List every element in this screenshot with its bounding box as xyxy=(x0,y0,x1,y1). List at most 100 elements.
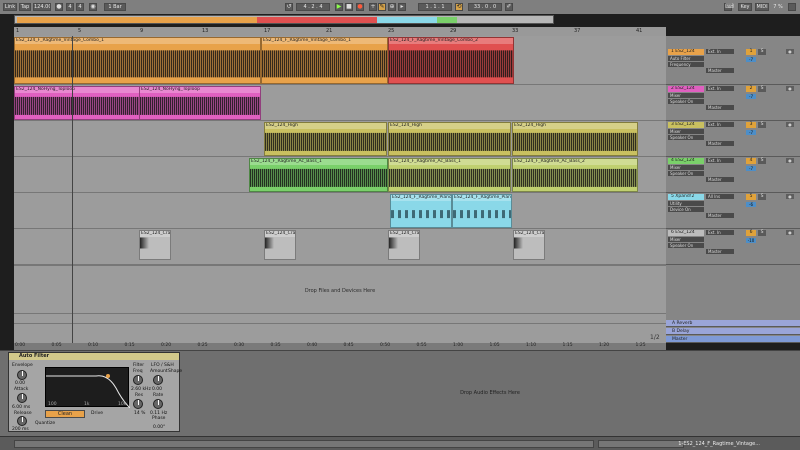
automation-arm-icon[interactable]: ✎ xyxy=(378,3,386,11)
track-param-chooser[interactable]: Device On xyxy=(668,207,704,212)
loop-start-field[interactable]: 1 . 1 . 1 xyxy=(418,3,452,11)
solo-button[interactable]: S xyxy=(758,49,766,55)
solo-button[interactable]: S xyxy=(758,122,766,128)
clip[interactable]: ES2_124_F_Ragtime_Ac_Bass_1 xyxy=(249,158,388,192)
track-volume[interactable]: -7 xyxy=(746,57,756,62)
computer-keyboard-icon[interactable]: ⌨ xyxy=(724,3,734,11)
track-volume[interactable]: -7 xyxy=(746,94,756,99)
time-ruler[interactable]: 0:00 0:05 0:10 0:15 0:20 0:25 0:30 0:35 0:40 0:45… xyxy=(14,343,666,350)
mixer-track-4[interactable]: 4 ES2_124 Ext. In Mixer Speaker On Master 4 S -… xyxy=(666,157,800,193)
tempo-field[interactable]: 124.00 xyxy=(33,3,51,11)
track-name[interactable]: 3 ES2_124 xyxy=(668,122,704,128)
clip[interactable]: ES2_124_F_Ragtime_Ac_Bass_2 xyxy=(512,158,638,192)
mixer-track-6[interactable]: 6 ES2_124 Ext. In Mixer Speaker On Master 6 S -… xyxy=(666,229,800,265)
arrangement-view[interactable]: Drop Files and Devices Here ES2_124_F_Ra… xyxy=(14,36,666,343)
status-scroll-field[interactable] xyxy=(598,440,684,448)
track-param-chooser[interactable]: Speaker On xyxy=(668,135,704,140)
track-volume[interactable]: -10 xyxy=(746,238,756,243)
arrangement-overview[interactable] xyxy=(14,15,554,24)
track-input-chooser[interactable]: Ext. In xyxy=(706,230,734,235)
lfo-amount-knob[interactable] xyxy=(153,375,163,385)
clip[interactable]: ES2_124_F_Ragtime_Vintage_Combo_1 xyxy=(14,37,261,84)
song-position-field[interactable]: 4 . 2 . 4 xyxy=(296,3,330,11)
track-volume[interactable]: -7 xyxy=(746,166,756,171)
envelope-amount-knob[interactable] xyxy=(17,370,27,380)
auto-filter-device[interactable]: Auto Filter Envelope 0.00 Attack 6.00 ms… xyxy=(8,352,182,432)
release-knob[interactable] xyxy=(17,416,27,426)
track-param-chooser[interactable]: Speaker On xyxy=(668,171,704,176)
track-param-chooser[interactable]: Speaker On xyxy=(668,243,704,248)
back-to-arrangement-icon[interactable]: ▸ xyxy=(398,3,406,11)
track-output-chooser[interactable]: Master xyxy=(706,213,734,218)
track-device-chooser[interactable]: Auto Filter xyxy=(668,56,704,61)
track-input-chooser[interactable]: Ext. In xyxy=(706,122,734,127)
track-activator-button[interactable]: 3 xyxy=(746,122,756,128)
track-output-chooser[interactable]: Master xyxy=(706,141,734,146)
loop-length-field[interactable]: 33 . 0 . 0 xyxy=(468,3,502,11)
arm-record-icon[interactable]: ● xyxy=(786,158,794,163)
clip[interactable]: ES2_124_Crash xyxy=(264,230,296,260)
clip[interactable]: ES2_124_NoHyng_Toploop xyxy=(139,86,261,120)
filter-type-selector[interactable]: Clean xyxy=(45,410,85,418)
link-button[interactable]: Link xyxy=(3,3,17,11)
return-track-A[interactable]: A Reverb xyxy=(666,320,800,327)
loop-icon[interactable]: ⟲ xyxy=(455,3,463,11)
track-name[interactable]: 4 ES2_124 xyxy=(668,158,704,164)
mixer-track-1[interactable]: 1 ES2_124 Ext. In Auto Filter Frequency Mast… xyxy=(666,48,800,85)
track-volume[interactable]: -7 xyxy=(746,130,756,135)
mixer-track-2[interactable]: 2 ES2_124 Ext. In Mixer Speaker On Master 2 S -… xyxy=(666,85,800,121)
track-input-chooser[interactable]: Ext. In xyxy=(706,158,734,163)
freq-knob[interactable] xyxy=(133,375,143,385)
track-activator-button[interactable]: 6 xyxy=(746,230,756,236)
time-sig-denominator[interactable]: 4 xyxy=(76,3,84,11)
clip[interactable]: ES2_124_Crash xyxy=(139,230,171,260)
attack-knob[interactable] xyxy=(17,393,27,403)
track-device-chooser[interactable]: Mixer xyxy=(668,165,704,170)
session-record-icon[interactable]: ⊕ xyxy=(388,3,396,11)
track-activator-button[interactable]: 4 xyxy=(746,158,756,164)
mixer-track-5[interactable]: 5 Xpand!2 All Ins Utility Device On Master 5 S… xyxy=(666,193,800,229)
arm-record-icon[interactable]: ● xyxy=(786,230,794,235)
track-device-chooser[interactable]: Mixer xyxy=(668,237,704,242)
track-param-chooser[interactable]: Speaker On xyxy=(668,99,704,104)
clip[interactable]: ES2_124_High xyxy=(388,122,511,156)
play-icon[interactable]: ▶ xyxy=(335,3,343,11)
metronome-icon[interactable]: ● xyxy=(55,3,63,11)
track-input-chooser[interactable]: Ext. In xyxy=(706,49,734,54)
track-name[interactable]: 2 ES2_124 xyxy=(668,86,704,92)
metronome-toggle-icon[interactable]: ◉ xyxy=(89,3,97,11)
record-icon[interactable]: ● xyxy=(356,3,364,11)
track-output-chooser[interactable]: Master xyxy=(706,68,734,73)
clip[interactable]: ES2_124_F_Ragtime_Vintage_Combo_1 xyxy=(261,37,388,84)
return-track-0[interactable]: Master xyxy=(666,336,800,343)
mixer-track-3[interactable]: 3 ES2_124 Ext. In Mixer Speaker On Master 3 S -… xyxy=(666,121,800,157)
track-device-chooser[interactable]: Mixer xyxy=(668,129,704,134)
rate-knob[interactable] xyxy=(153,399,163,409)
clip[interactable]: ES2_124_High xyxy=(512,122,638,156)
clip[interactable]: ES2_124_F_Ragtime_Piano xyxy=(390,194,452,228)
arm-record-icon[interactable]: ● xyxy=(786,86,794,91)
filter-response-graph[interactable]: 100 1k 10k xyxy=(45,367,131,409)
draw-mode-icon[interactable]: ✐ xyxy=(505,3,513,11)
key-map-button[interactable]: Key xyxy=(738,3,752,11)
arm-record-icon[interactable]: ● xyxy=(786,194,794,199)
track-activator-button[interactable]: 2 xyxy=(746,86,756,92)
clip[interactable]: ES2_124_F_Ragtime_Piano xyxy=(452,194,512,228)
track-volume[interactable]: -6 xyxy=(746,202,756,207)
device-title[interactable]: Auto Filter xyxy=(9,353,179,360)
follow-icon[interactable]: ↺ xyxy=(285,3,293,11)
solo-button[interactable]: S xyxy=(758,158,766,164)
track-input-chooser[interactable]: All Ins xyxy=(706,194,734,199)
track-param-chooser[interactable]: Frequency xyxy=(668,62,704,67)
midi-map-button[interactable]: MIDI xyxy=(755,3,769,11)
arm-record-icon[interactable]: ● xyxy=(786,49,794,54)
track-device-chooser[interactable]: Utility xyxy=(668,201,704,206)
quantize-menu[interactable]: 1 Bar xyxy=(104,3,126,11)
track-device-chooser[interactable]: Mixer xyxy=(668,93,704,98)
overdub-icon[interactable]: + xyxy=(369,3,377,11)
arm-record-icon[interactable]: ● xyxy=(786,122,794,127)
res-knob[interactable] xyxy=(133,399,143,409)
stop-icon[interactable]: ■ xyxy=(345,3,353,11)
clip[interactable]: ES2_124_Crash xyxy=(388,230,420,260)
clip[interactable]: ES2_124_F_Ragtime_Vintage_Combo_2 xyxy=(388,37,514,84)
